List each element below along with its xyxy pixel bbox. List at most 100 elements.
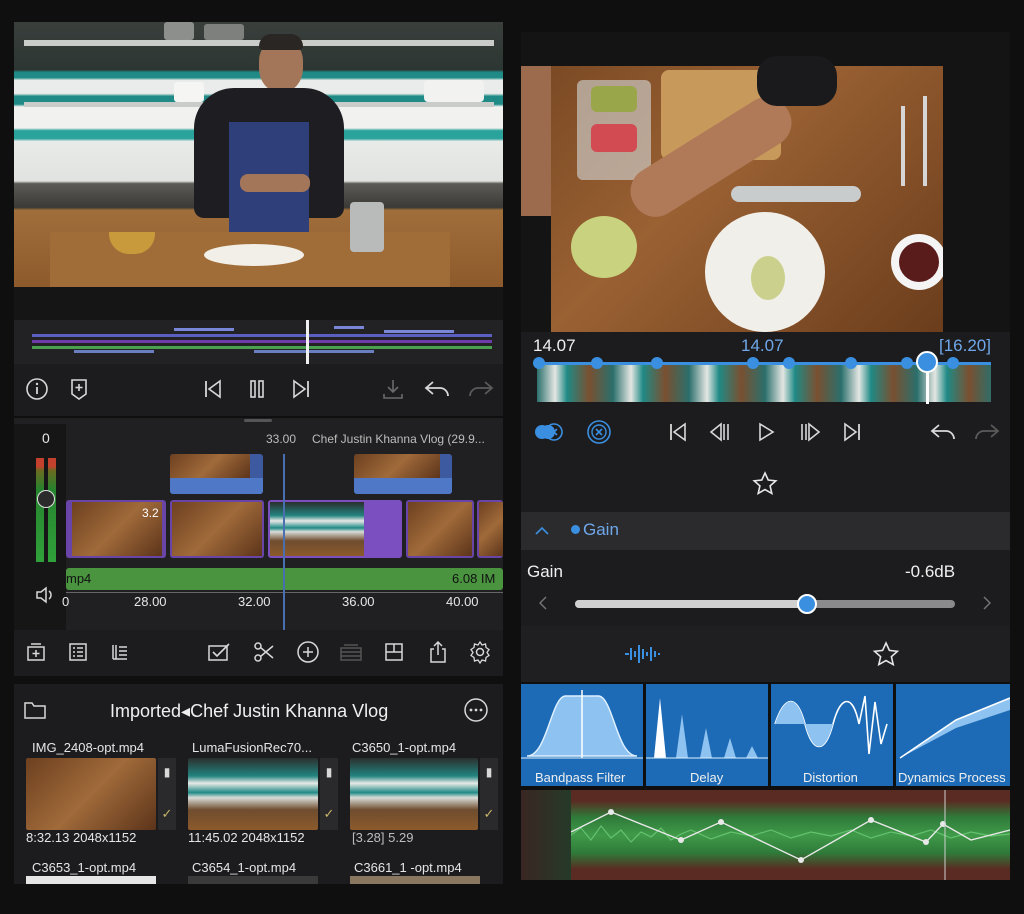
gain-control: Gain -0.6dB (521, 550, 1010, 626)
layers-icon[interactable] (336, 638, 366, 666)
play-icon[interactable] (753, 418, 779, 446)
audio-clip-label: mp4 (66, 571, 92, 586)
effect-tile-bandpass[interactable]: Bandpass Filter (521, 684, 643, 786)
skip-forward-icon[interactable] (288, 376, 314, 402)
broll-clip-1[interactable] (170, 454, 263, 494)
list-detail-icon[interactable] (106, 638, 134, 666)
ruler-tick-2: 32.00 (238, 594, 271, 609)
right-preview-panel (521, 32, 1010, 332)
library-item-name[interactable]: C3653_1-opt.mp4 (32, 860, 136, 875)
skip-back-icon[interactable] (665, 418, 691, 446)
effect-label: Distortion (803, 770, 858, 785)
transport-bar-right (521, 408, 1010, 456)
media-library: Imported◂Chef Justin Khanna Vlog IMG_240… (14, 684, 503, 884)
level-meter-column: 0 (14, 424, 66, 630)
skip-back-icon[interactable] (200, 376, 226, 402)
level-knob[interactable] (37, 490, 55, 508)
decrease-arrow-icon[interactable] (535, 594, 551, 612)
broll-clip-2[interactable] (354, 454, 452, 494)
effect-label: Bandpass Filter (535, 770, 626, 785)
check-icon: ✓ (483, 806, 495, 821)
layout-icon[interactable] (380, 638, 408, 666)
redo-icon[interactable] (971, 418, 1003, 446)
transport-bar-left (14, 364, 503, 416)
audio-waveform-tab-icon[interactable] (621, 640, 665, 668)
timeline-overview[interactable] (14, 320, 503, 364)
step-back-icon[interactable] (707, 418, 733, 446)
film-icon: ▮ (325, 765, 333, 779)
trim-in-time: 14.07 (533, 336, 576, 355)
scissors-icon[interactable] (250, 638, 278, 666)
marker-icon[interactable] (66, 376, 92, 402)
library-item[interactable]: IMG_2408-opt.mp4 ▮ ✓ 8:32.13 2048x1152 (24, 738, 176, 846)
effect-tiles: Bandpass Filter Delay Distortion Dynamic… (521, 682, 1010, 788)
edit-toolbar (14, 630, 503, 676)
settings-icon[interactable] (466, 638, 494, 666)
redo-icon[interactable] (466, 376, 496, 402)
project-title: Chef Justin Khanna Vlog (29.9... (312, 432, 485, 446)
library-item-name: LumaFusionRec70... (192, 740, 312, 755)
step-forward-icon[interactable] (797, 418, 823, 446)
folder-icon[interactable] (20, 696, 50, 724)
share-icon[interactable] (424, 638, 452, 666)
level-meter-value: 0 (42, 430, 50, 446)
pause-icon[interactable] (244, 376, 270, 402)
favorites-tab-icon[interactable] (871, 640, 901, 668)
library-item-meta: 8:32.13 2048x1152 (26, 830, 137, 845)
main-clip-4[interactable] (406, 500, 474, 558)
undo-icon[interactable] (927, 418, 959, 446)
audio-clip-size: 6.08 IM (452, 571, 496, 586)
library-item[interactable]: LumaFusionRec70... ▮ ✓ 11:45.02 2048x115… (186, 738, 338, 846)
delete-keyframe-icon[interactable] (585, 418, 613, 446)
main-clip-5[interactable] (477, 500, 503, 558)
timeline-panel: 0 33.00 Chef Justin Khanna Vlog (29.9...… (14, 418, 503, 630)
main-clip-1[interactable]: 3.2 (66, 500, 166, 558)
trim-strip: 14.07 14.07 [16.20] (521, 332, 1010, 408)
gain-slider-knob[interactable] (797, 594, 817, 614)
main-clip-2[interactable] (170, 500, 264, 558)
increase-arrow-icon[interactable] (979, 594, 995, 612)
keyframe-graph[interactable] (521, 790, 1010, 880)
clip-chip-text: 3.2 (142, 506, 159, 520)
download-icon[interactable] (380, 376, 406, 402)
library-item[interactable]: C3650_1-opt.mp4 ▮ ✓ [3.28] 5.29 (348, 738, 500, 846)
ruler-tick-4: 40.00 (446, 594, 479, 609)
chevron-up-icon[interactable] (531, 520, 553, 542)
add-circle-icon[interactable] (294, 638, 322, 666)
skip-forward-icon[interactable] (839, 418, 865, 446)
ruler-tick-0: 0 (62, 594, 70, 609)
checkbox-icon[interactable] (204, 638, 234, 666)
library-item-name[interactable]: C3654_1-opt.mp4 (192, 860, 296, 875)
effect-enabled-dot (571, 525, 580, 534)
speaker-icon[interactable] (32, 582, 58, 608)
main-clip-3[interactable] (268, 500, 402, 558)
effect-tile-delay[interactable]: Delay (646, 684, 768, 786)
trim-out-time: [16.20] (939, 336, 991, 355)
favorite-star-icon[interactable] (751, 470, 779, 498)
library-thumbnail (188, 758, 318, 830)
check-icon: ✓ (323, 806, 335, 821)
trim-playhead-knob[interactable] (916, 351, 938, 373)
library-item-name[interactable]: C3661_1 -opt.mp4 (354, 860, 462, 875)
info-icon[interactable] (24, 376, 50, 402)
drag-handle[interactable] (244, 419, 272, 422)
keyframe-toggle-icon[interactable] (533, 418, 567, 446)
list-icon[interactable] (64, 638, 92, 666)
effect-label: Delay (690, 770, 724, 785)
effect-header-title: Gain (583, 520, 619, 539)
add-track-icon[interactable] (22, 638, 50, 666)
film-icon: ▮ (485, 765, 493, 779)
effect-header[interactable]: Gain (521, 512, 1010, 550)
more-options-icon[interactable] (462, 696, 490, 724)
timeline-playhead[interactable] (283, 454, 285, 630)
library-item-meta: [3.28] 5.29 (352, 830, 414, 845)
effect-tile-dynamics[interactable]: Dynamics Process (896, 684, 1010, 786)
overview-playhead[interactable] (306, 320, 309, 364)
check-icon: ✓ (161, 806, 173, 821)
timeline-timecode: 33.00 (266, 432, 297, 446)
effect-tile-distortion[interactable]: Distortion (771, 684, 893, 786)
ruler-tick-1: 28.00 (134, 594, 167, 609)
library-item-name: C3650_1-opt.mp4 (352, 740, 457, 755)
effect-tabs (521, 626, 1010, 682)
undo-icon[interactable] (422, 376, 452, 402)
